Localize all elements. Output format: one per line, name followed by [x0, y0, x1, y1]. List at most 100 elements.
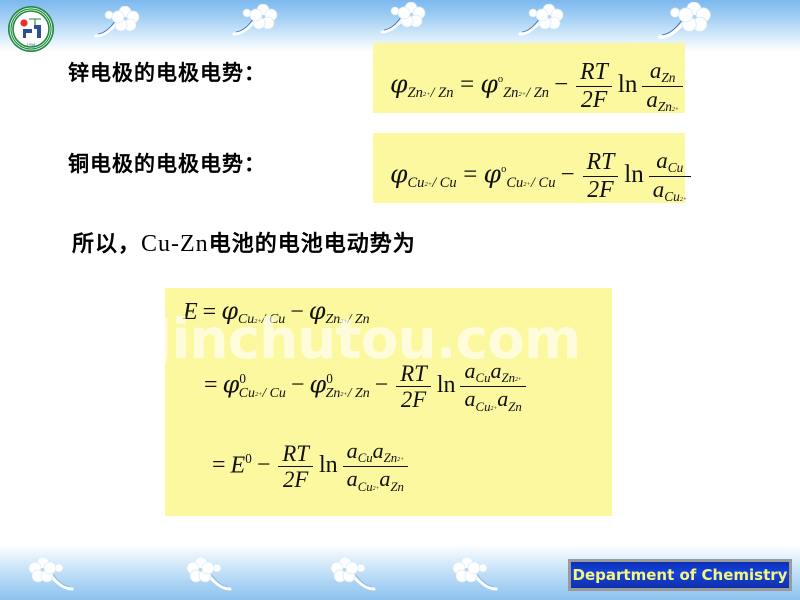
activity-zn2-num-charge: 2+ [397, 457, 404, 464]
phi-standard-subscript-tail: / Zn [526, 85, 550, 101]
phi-symbol: φ [390, 69, 408, 99]
activity-cu-num-sub: Cu [357, 451, 373, 466]
fraction-numerator: RT [396, 361, 431, 388]
phi-standard-zinc-subscript: Zn [325, 385, 341, 401]
slide-canvas: 1958 锌电极的电极电势： φZn2+/ Zn = φoZn2+/ Zn − RT 2F… [0, 0, 800, 600]
emf-symbol: E [183, 299, 198, 325]
zinc-formula: φZn2+/ Zn = φoZn2+/ Zn − RT 2F ln aZn aZn2+ [390, 59, 686, 114]
activity-cu2-den-sub: Cu [357, 479, 373, 494]
activity-numerator-subscript: Zn [661, 70, 676, 86]
emf-formula-line-2: = φ0Cu2+/ Cu − φ0Zn2+/ Zn − RT 2F ln aCuaZn2+ aCu… [199, 358, 529, 414]
activity-zn2-num-sub: Zn [501, 371, 516, 386]
phi-copper-symbol: φ [221, 297, 239, 325]
phi-standard-superscript: o [501, 164, 507, 176]
phi-subscript-charge: 2+ [422, 91, 431, 99]
rt-over-2f-fraction: RT 2F [576, 60, 612, 112]
conclusion-statement: 所以，Cu-Zn电池的电池电动势为 [72, 226, 416, 258]
activity-denominator-charge: 2+ [679, 196, 687, 203]
copper-formula: φCu2+/ Cu = φoCu2+/ Cu − RT 2F ln aCu aCu2+ [390, 149, 694, 204]
phi-standard-symbol: φ [480, 69, 498, 99]
phi-copper-tail: / Cu [261, 312, 286, 328]
activity-zn-den: a [497, 386, 509, 412]
phi-zinc-symbol: φ [308, 297, 326, 325]
phi-standard-copper-superscript: 0 [239, 370, 246, 386]
phi-subscript-tail: / Cu [432, 175, 457, 191]
phi-standard-subscript: Cu [506, 175, 524, 191]
phi-copper-subscript: Cu [238, 312, 255, 328]
minus-sign-1: − [290, 372, 305, 399]
phi-standard-subscript-tail: / Cu [530, 175, 556, 191]
activity-cu2-den: a [464, 386, 476, 412]
phi-subscript: Cu [407, 175, 425, 191]
fraction-denominator: 2F [283, 467, 309, 493]
activity-zn2-num-charge: 2+ [515, 377, 522, 384]
activity-ratio-fraction: aZn aZn2+ [642, 59, 683, 114]
phi-symbol: φ [390, 159, 408, 189]
activity-ratio-fraction: aCu aCu2+ [648, 148, 691, 205]
activity-cu-num: a [464, 358, 476, 383]
activity-zn-den: a [379, 466, 391, 492]
department-of-chemistry-button[interactable]: Department of Chemistry [568, 559, 792, 591]
activity-denominator-subscript: Cu [664, 189, 680, 205]
equals-sign: = [458, 71, 476, 99]
minus-sign: − [560, 161, 575, 189]
activity-denominator-charge: 2+ [671, 106, 679, 113]
activity-denominator-subscript: Zn [657, 99, 672, 115]
phi-standard-subscript-charge: 2+ [523, 181, 531, 189]
minus-sign: − [256, 452, 271, 479]
copper-electrode-label: 铜电极的电极电势： [68, 152, 266, 176]
phi-standard-subscript-charge: 2+ [518, 91, 527, 99]
zinc-formula-box: φZn2+/ Zn = φoZn2+/ Zn − RT 2F ln aZn aZn2+ [373, 43, 686, 114]
phi-standard-zinc-charge: 2+ [340, 391, 348, 399]
activity-quotient-fraction: aCuaZn2+ aCu2+aZn [460, 358, 526, 414]
fraction-denominator: 2F [580, 87, 608, 114]
rt-over-2f-fraction: RT 2F [396, 361, 431, 413]
activity-zn-den-sub: Zn [390, 479, 404, 494]
statement-suffix: 电池的电池电动势为 [208, 232, 416, 257]
phi-subscript-tail: / Zn [430, 85, 454, 101]
minus-sign-2: − [374, 372, 389, 399]
activity-cu2-den: a [346, 466, 358, 492]
phi-subscript: Zn [407, 85, 423, 101]
phi-standard-superscript: o [497, 74, 504, 86]
department-label: Department of Chemistry [572, 566, 788, 584]
emf-formula-line-3: = E0− RT 2F ln aCuaZn2+ aCu2+aZn [207, 438, 411, 494]
phi-standard-copper-subscript: Cu [238, 385, 255, 401]
flower-ornament-top-4 [512, 4, 564, 38]
statement-cell-name: Cu-Zn [141, 231, 209, 257]
activity-zn2-num: a [372, 438, 384, 463]
phi-standard-copper-symbol: φ [222, 370, 240, 399]
fraction-denominator: 2F [587, 177, 614, 204]
phi-standard-copper-tail: / Cu [262, 385, 286, 401]
fraction-denominator: 2F [400, 387, 427, 413]
flower-ornament-bottom-4 [452, 557, 504, 591]
fraction-numerator: RT [278, 441, 313, 468]
flower-ornament-top-1 [88, 6, 140, 40]
activity-cu-num-sub: Cu [475, 371, 491, 386]
ln-operator: ln [624, 161, 644, 189]
flower-ornament-bottom-2 [186, 557, 238, 591]
fraction-numerator: RT [582, 150, 619, 178]
flower-ornament-bottom-3 [330, 557, 382, 591]
activity-zn-den-sub: Zn [508, 399, 522, 414]
university-seal-logo: 1958 [6, 5, 56, 53]
phi-zinc-tail: / Zn [347, 312, 370, 328]
emf-formula-box: E = φCu2+/ Cu − φZn2+/ Zn = φ0Cu2+/ Cu − φ0Zn2+… [165, 288, 612, 516]
flower-ornament-bottom-1 [28, 557, 80, 591]
activity-a-numerator: a [656, 148, 668, 173]
phi-standard-subscript: Zn [503, 85, 519, 101]
activity-cu2-den-sub: Cu [475, 399, 491, 414]
flower-ornament-top-2 [226, 4, 278, 38]
equals-sign: = [461, 161, 479, 189]
emf-formula-line-1: E = φCu2+/ Cu − φZn2+/ Zn [183, 297, 370, 328]
activity-a-numerator: a [649, 58, 662, 83]
equals-sign: = [204, 372, 218, 399]
activity-a-denominator: a [646, 87, 658, 113]
phi-standard-symbol: φ [483, 159, 502, 189]
rt-over-2f-fraction: RT 2F [582, 150, 619, 204]
activity-zn2-num-sub: Zn [383, 451, 398, 466]
flower-ornament-top-5 [650, 2, 712, 42]
ln-operator: ln [318, 452, 338, 479]
minus-sign: − [290, 299, 304, 325]
phi-standard-zinc-superscript: 0 [326, 370, 333, 386]
